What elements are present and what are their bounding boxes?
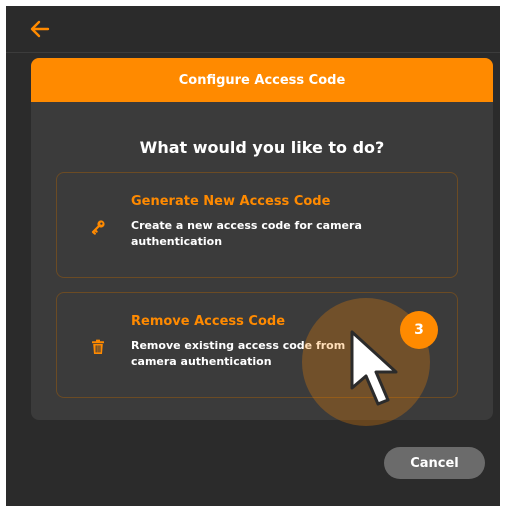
app-window: Configure Access Code What would you lik… xyxy=(6,6,500,506)
dialog-title: Configure Access Code xyxy=(178,72,346,88)
remove-option-title: Remove Access Code xyxy=(131,314,286,329)
top-bar xyxy=(6,6,500,53)
configure-access-code-dialog: Configure Access Code What would you lik… xyxy=(31,58,493,420)
arrow-left-icon xyxy=(30,20,50,38)
generate-option-description: Create a new access code for camera auth… xyxy=(131,219,362,248)
generate-access-code-option[interactable]: Generate New Access Code Create a new ac… xyxy=(56,172,458,278)
back-button[interactable] xyxy=(26,16,54,42)
remove-option-description: Remove existing access code from camera … xyxy=(131,339,346,368)
dialog-question: What would you like to do? xyxy=(139,138,385,157)
cancel-button[interactable]: Cancel xyxy=(384,447,485,479)
generate-option-title: Generate New Access Code xyxy=(131,194,331,209)
dialog-header: Configure Access Code xyxy=(31,58,493,102)
key-icon xyxy=(91,220,105,235)
trash-icon xyxy=(92,339,104,354)
remove-access-code-option[interactable]: Remove Access Code Remove existing acces… xyxy=(56,292,458,398)
